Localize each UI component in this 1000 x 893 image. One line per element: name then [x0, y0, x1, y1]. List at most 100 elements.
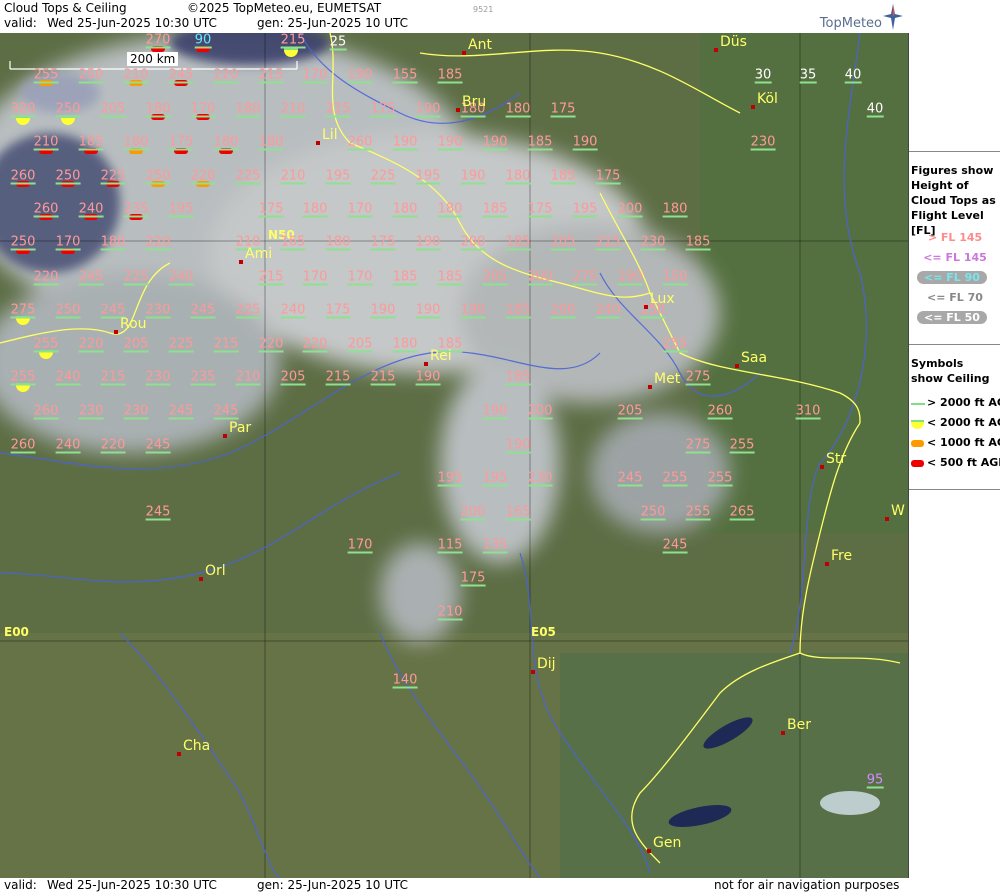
city-marker [781, 731, 785, 735]
cloud-top-label: 190 [482, 403, 508, 420]
cloud-top-label: 190 [415, 302, 441, 319]
legend-symbol-swatch-pill [911, 460, 924, 467]
cloud-top-label: 195 [168, 201, 194, 218]
city-marker [114, 330, 118, 334]
cloud-top-label: 250 [55, 168, 81, 185]
cloud-top-label: 215 [258, 269, 284, 286]
cloud-top-label: 190 [505, 437, 531, 454]
cloud-top-label: 260 [33, 403, 59, 420]
legend-figures-text: Figures show Height of Cloud Tops as Fli… [911, 164, 996, 237]
cloud-top-label: 230 [750, 134, 776, 151]
grid-label-e00: E00 [4, 625, 29, 639]
city-label: Düs [720, 34, 747, 50]
cloud-top-label: 260 [10, 437, 36, 454]
cloud-top-label: 185 [505, 234, 531, 251]
cloud-top-label: 215 [280, 33, 306, 49]
cloud-top-label: 190 [392, 134, 418, 151]
copyright-text: ©2025 TopMeteo.eu, EUMETSAT [187, 1, 382, 15]
city-marker [644, 305, 648, 309]
cloud-top-label: 190 [482, 134, 508, 151]
cloud-top-label: 205 [482, 269, 508, 286]
cloud-top-label: 260 [347, 134, 373, 151]
cloud-top-label: 230 [145, 369, 171, 386]
cloud-top-label: 170 [55, 234, 81, 251]
cloud-top-label: 180 [258, 134, 284, 151]
map-title: Cloud Tops & Ceiling [4, 1, 127, 15]
cloud-top-label: 185 [505, 369, 531, 386]
map-background [0, 33, 908, 878]
cloud-top-label: 245 [617, 470, 643, 487]
cloud-top-label: 205 [123, 336, 149, 353]
cloud-top-label: 250 [145, 168, 171, 185]
cloud-top-label: 215 [100, 369, 126, 386]
cloud-top-label: 245 [78, 269, 104, 286]
cloud-top-label: 200 [527, 403, 553, 420]
cloud-top-label: 250 [55, 302, 81, 319]
cloud-top-label: 195 [437, 470, 463, 487]
cloud-top-label: 195 [325, 168, 351, 185]
city-marker [239, 260, 243, 264]
grid-label-e05: E05 [531, 625, 556, 639]
city-marker [735, 364, 739, 368]
city-label: Rou [120, 316, 147, 332]
cloud-top-label: 245 [145, 504, 171, 521]
legend-symbol-swatch-line [911, 403, 925, 405]
city-label: Köl [757, 91, 778, 107]
cloud-top-label: 225 [100, 168, 126, 185]
cloud-top-label: 25 [329, 34, 347, 51]
cloud-top-label: 35 [799, 67, 817, 84]
cloud-top-label: 240 [78, 201, 104, 218]
city-label: Fre [831, 548, 853, 564]
cloud-top-label: 180 [505, 168, 531, 185]
cloud-top-label: 175 [527, 201, 553, 218]
cloud-top-label: 225 [235, 168, 261, 185]
cloud-top-label: 95 [866, 772, 884, 789]
cloud-top-label: 220 [100, 437, 126, 454]
cloud-top-label: 180 [662, 201, 688, 218]
cloud-top-label: 250 [78, 67, 104, 84]
cloud-top-label: 170 [190, 101, 216, 118]
cloud-top-label: 170 [302, 67, 328, 84]
cloud-top-label: 215 [213, 336, 239, 353]
cloud-top-label: 230 [527, 470, 553, 487]
city-label: Lux [650, 291, 675, 307]
city-label: W [891, 503, 905, 519]
cloud-top-label: 210 [235, 369, 261, 386]
cloud-top-label: 260 [10, 168, 36, 185]
cloud-top-label: 40 [866, 101, 884, 118]
legend-symbol-swatch-pill [911, 440, 924, 447]
cloud-top-label: 195 [572, 201, 598, 218]
city-label: Ber [787, 717, 811, 733]
footer-bar: valid: Wed 25-Jun-2025 10:30 UTC gen: 25… [0, 878, 908, 893]
cloud-top-label: 180 [100, 234, 126, 251]
cloud-top-label: 215 [325, 101, 351, 118]
cloud-top-label: 220 [145, 234, 171, 251]
footer-valid-time: Wed 25-Jun-2025 10:30 UTC [47, 878, 217, 892]
footer-disclaimer: not for air navigation purposes [714, 878, 900, 892]
cloud-top-label: 170 [347, 269, 373, 286]
cloud-top-label: 190 [370, 302, 396, 319]
city-marker [885, 517, 889, 521]
cloud-top-label: 240 [168, 269, 194, 286]
cloud-top-label: 190 [415, 234, 441, 251]
cloud-top-label: 250 [55, 101, 81, 118]
legend-symbol-label: < 500 ft AGL [927, 456, 1000, 469]
cloud-top-label: 275 [685, 437, 711, 454]
cloud-top-label: 210 [33, 134, 59, 151]
satellite-map[interactable]: 200 km N50 E00 E05 270 90 215 25 30 35 40 40 255… [0, 33, 909, 878]
city-label: Orl [205, 563, 226, 579]
cloud-top-label: 255 [662, 336, 688, 353]
cloud-top-label: 180 [437, 201, 463, 218]
header-bar: Cloud Tops & Ceiling ©2025 TopMeteo.eu, … [0, 0, 908, 33]
cloud-top-label: 215 [258, 67, 284, 84]
cloud-top-label: 190 [460, 168, 486, 185]
cloud-top-label: 265 [729, 504, 755, 521]
cloud-top-label: 255 [685, 504, 711, 521]
cloud-top-label: 190 [415, 101, 441, 118]
cloud-top-label: 230 [78, 403, 104, 420]
cloud-top-label: 190 [347, 67, 373, 84]
legend-symbol-label: < 2000 ft AGL [927, 416, 1000, 429]
cloud-top-label: 135 [482, 537, 508, 554]
city-marker [424, 362, 428, 366]
valid-time: Wed 25-Jun-2025 10:30 UTC [47, 16, 217, 30]
